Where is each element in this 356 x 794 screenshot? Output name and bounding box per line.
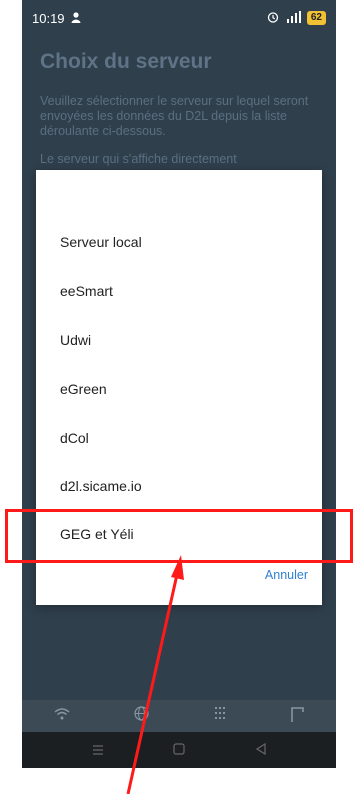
arrow-annotation xyxy=(126,555,184,794)
